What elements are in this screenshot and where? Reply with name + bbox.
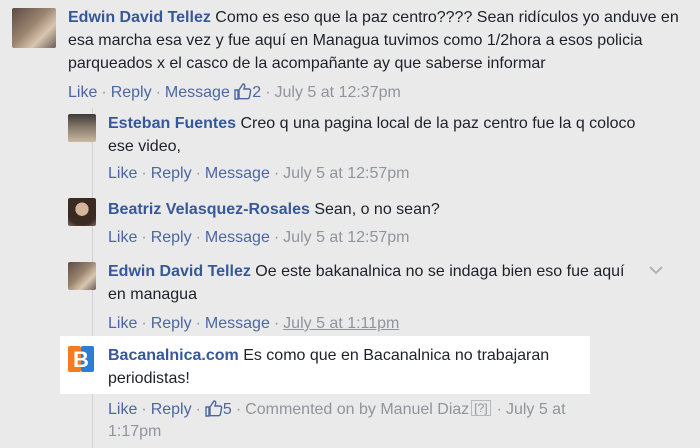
like-link[interactable]: Like — [108, 229, 137, 246]
like-link[interactable]: Like — [108, 165, 137, 182]
reply-link[interactable]: Reply — [151, 315, 192, 332]
reply-link[interactable]: Reply — [111, 84, 152, 101]
reply-link[interactable]: Reply — [151, 229, 192, 246]
reply-link[interactable]: Reply — [151, 401, 192, 418]
separator: · — [265, 84, 271, 101]
help-badge[interactable]: [?] — [471, 400, 491, 416]
comment-body: Edwin David Tellez Oe este bakanalnica n… — [108, 260, 638, 306]
separator: · — [155, 84, 161, 101]
like-link[interactable]: Like — [68, 84, 97, 101]
like-link[interactable]: Like — [108, 315, 137, 332]
timestamp[interactable]: July 5 at 12:37pm — [275, 84, 401, 101]
message-link[interactable]: Message — [205, 165, 270, 182]
timestamp[interactable]: July 5 at 1:11pm — [283, 315, 399, 332]
separator: · — [496, 401, 502, 418]
separator: · — [235, 401, 242, 418]
separator: · — [273, 229, 280, 246]
message-link[interactable]: Message — [205, 229, 270, 246]
reply-comment-highlighted: B Bacanalnica.com Es como que en Bacanal… — [0, 338, 700, 448]
comment-actions: Like · Reply · 5 · Commented on by Manuel Diaz… — [108, 398, 566, 423]
separator: · — [141, 401, 147, 418]
separator: · — [195, 401, 201, 418]
separator: · — [141, 165, 147, 182]
comment-actions: Like · Reply · Message 2 · July 5 at 12:37pm — [68, 82, 401, 106]
separator: · — [141, 315, 147, 332]
separator: · — [101, 84, 107, 101]
comment: Edwin David Tellez Como es eso que la pa… — [0, 0, 700, 110]
timestamp-continued: 1:17pm — [108, 422, 161, 442]
comment-body: Bacanalnica.com Es como que en Bacanalni… — [108, 344, 588, 390]
reply-comment: Beatriz Velasquez-Rosales Sean, o no sea… — [0, 194, 700, 254]
separator: · — [195, 229, 201, 246]
timestamp[interactable]: July 5 at 12:57pm — [283, 229, 409, 246]
comment-body: Esteban Fuentes Creo q una pagina local … — [108, 112, 648, 158]
like-count[interactable]: 2 — [252, 84, 261, 101]
commented-on-text: Commented on by Manuel Diaz — [245, 401, 470, 418]
timestamp[interactable]: July 5 at — [506, 401, 566, 418]
reply-link[interactable]: Reply — [151, 165, 192, 182]
comment-actions: Like · Reply · Message · July 5 at 12:57pm — [108, 164, 409, 184]
timestamp-time[interactable]: 1:17pm — [108, 423, 161, 440]
separator: · — [273, 315, 280, 332]
separator: · — [273, 165, 280, 182]
svg-text:B: B — [73, 347, 89, 372]
comment-body: Edwin David Tellez Como es eso que la pa… — [68, 6, 688, 75]
avatar[interactable] — [12, 8, 56, 48]
avatar[interactable] — [68, 114, 96, 142]
separator: · — [195, 165, 201, 182]
message-link[interactable]: Message — [205, 315, 270, 332]
message-link[interactable]: Message — [165, 84, 230, 101]
comment-text: Sean, o no sean? — [314, 201, 440, 218]
comment-author[interactable]: Edwin David Tellez — [108, 263, 251, 280]
avatar[interactable] — [68, 198, 96, 226]
comment-actions: Like · Reply · Message · July 5 at 1:11pm — [108, 314, 399, 334]
like-link[interactable]: Like — [108, 401, 137, 418]
thumbs-up-icon[interactable] — [205, 399, 223, 423]
comment-actions: Like · Reply · Message · July 5 at 12:57pm — [108, 228, 409, 248]
comment-author[interactable]: Esteban Fuentes — [108, 115, 236, 132]
chevron-down-icon[interactable] — [648, 262, 664, 278]
timestamp[interactable]: July 5 at 12:57pm — [283, 165, 409, 182]
reply-comment: Edwin David Tellez Oe este bakanalnica n… — [0, 258, 700, 338]
comment-author[interactable]: Bacanalnica.com — [108, 347, 239, 364]
comment-body: Beatriz Velasquez-Rosales Sean, o no sea… — [108, 198, 648, 221]
avatar[interactable] — [68, 262, 96, 290]
bacanalnica-logo-icon[interactable]: B — [66, 344, 96, 374]
thumbs-up-icon[interactable] — [234, 82, 252, 106]
separator: · — [141, 229, 147, 246]
separator: · — [195, 315, 201, 332]
comment-author[interactable]: Beatriz Velasquez-Rosales — [108, 201, 310, 218]
like-count[interactable]: 5 — [223, 401, 232, 418]
comment-author[interactable]: Edwin David Tellez — [68, 9, 211, 26]
reply-comment: Esteban Fuentes Creo q una pagina local … — [0, 108, 700, 188]
